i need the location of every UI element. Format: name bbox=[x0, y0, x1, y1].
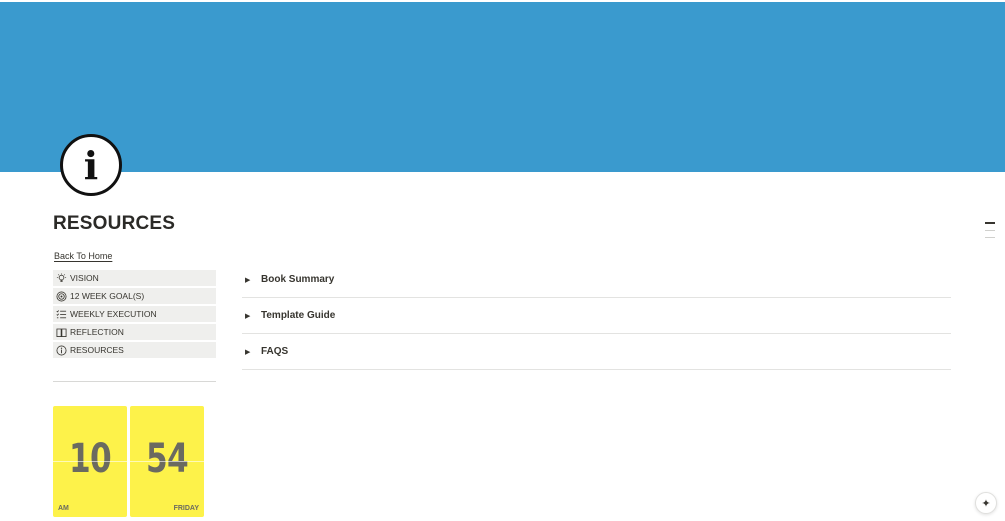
toggle-label: FAQS bbox=[261, 346, 289, 357]
nav-item-label: 12 WEEK GOAL(S) bbox=[70, 291, 145, 301]
toggle-list: ▶ Book Summary ▶ Template Guide ▶ FAQS bbox=[242, 262, 951, 370]
toggle-label: Book Summary bbox=[261, 274, 335, 285]
nav-item-resources[interactable]: RESOURCES bbox=[53, 342, 216, 358]
sparkle-icon[interactable]: ✦ bbox=[975, 492, 997, 514]
clock-period: AM bbox=[58, 505, 69, 512]
nav-item-weekly-execution[interactable]: WEEKLY EXECUTION bbox=[53, 306, 216, 322]
clock-hours: 10 bbox=[69, 436, 112, 482]
nav-item-reflection[interactable]: REFLECTION bbox=[53, 324, 216, 340]
triangle-right-icon: ▶ bbox=[245, 348, 251, 356]
triangle-right-icon: ▶ bbox=[245, 312, 251, 320]
nav-item-label: WEEKLY EXECUTION bbox=[70, 309, 157, 319]
back-to-home-link[interactable]: Back To Home bbox=[54, 251, 112, 261]
lightbulb-icon bbox=[55, 272, 67, 284]
cover-image bbox=[0, 2, 1005, 172]
checklist-icon bbox=[55, 308, 67, 320]
nav-item-label: REFLECTION bbox=[70, 327, 124, 337]
info-circle-icon[interactable]: i bbox=[60, 134, 122, 196]
flip-seam bbox=[53, 461, 127, 462]
triangle-right-icon: ▶ bbox=[245, 276, 251, 284]
clock-minutes: 54 bbox=[146, 436, 189, 482]
clock-day: FRIDAY bbox=[173, 505, 199, 512]
nav-item-label: RESOURCES bbox=[70, 345, 124, 355]
toggle-book-summary[interactable]: ▶ Book Summary bbox=[242, 262, 951, 298]
nav-item-12-week-goals[interactable]: 12 WEEK GOAL(S) bbox=[53, 288, 216, 304]
nav-menu: VISION 12 WEEK GOAL(S) WEEKLY EXECUTION … bbox=[53, 270, 216, 360]
divider bbox=[53, 381, 216, 382]
book-icon bbox=[55, 326, 67, 338]
flip-seam bbox=[130, 461, 204, 462]
toggle-template-guide[interactable]: ▶ Template Guide bbox=[242, 298, 951, 334]
page-title: RESOURCES bbox=[53, 213, 176, 234]
clock-minutes-card: 54 FRIDAY bbox=[130, 406, 204, 517]
table-of-contents-indicator[interactable] bbox=[985, 222, 995, 244]
info-icon bbox=[55, 344, 67, 356]
nav-item-vision[interactable]: VISION bbox=[53, 270, 216, 286]
nav-item-label: VISION bbox=[70, 273, 99, 283]
target-icon bbox=[55, 290, 67, 302]
clock-hours-card: 10 AM bbox=[53, 406, 127, 517]
toggle-label: Template Guide bbox=[261, 310, 336, 321]
toggle-faqs[interactable]: ▶ FAQS bbox=[242, 334, 951, 370]
